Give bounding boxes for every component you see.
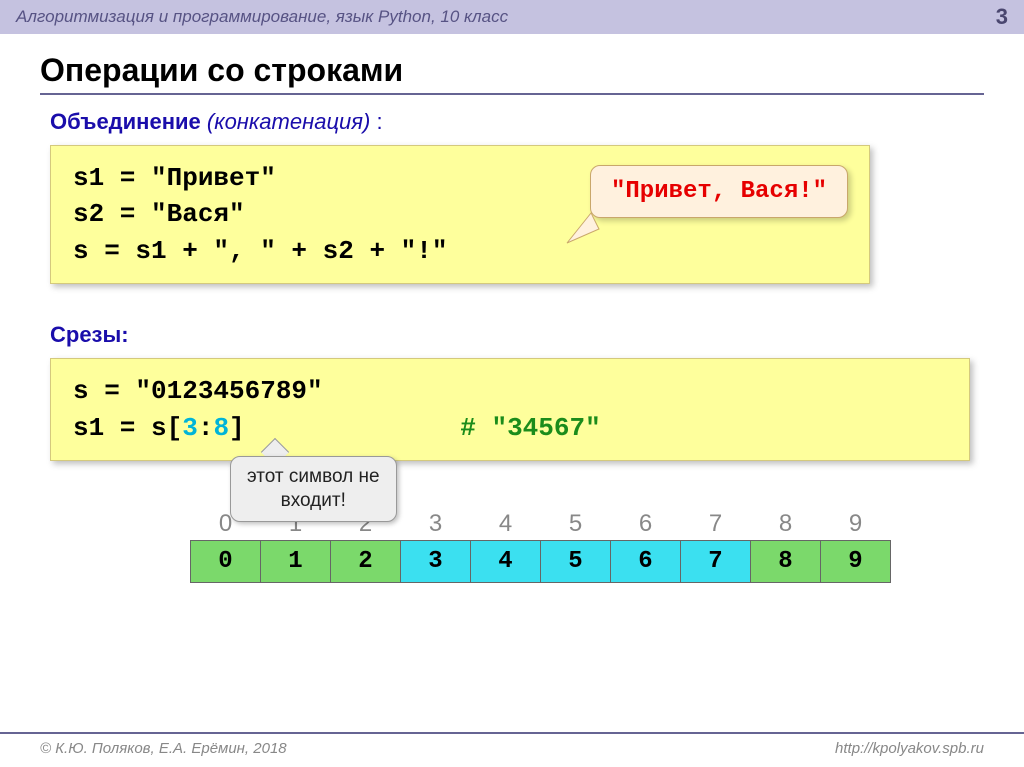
note-line: этот символ не xyxy=(247,465,380,489)
footer-bar: © К.Ю. Поляков, Е.А. Ерёмин, 2018 http:/… xyxy=(0,732,1024,767)
code-line: s1 = s[3:8] # "34567" xyxy=(73,410,947,446)
code-comment: # "34567" xyxy=(460,413,600,443)
value-cell: 3 xyxy=(401,541,471,583)
section-concat-heading: Объединение (конкатенация) : xyxy=(50,109,984,135)
concat-label: Объединение xyxy=(50,109,201,134)
header-bar: Алгоритмизация и программирование, язык … xyxy=(0,0,1024,34)
code-box-slice: s = "0123456789" s1 = s[3:8] # "34567" xyxy=(50,358,970,461)
index-cell: 3 xyxy=(401,507,471,541)
section-slice-heading: Срезы: xyxy=(50,322,984,348)
index-cell: 5 xyxy=(541,507,611,541)
code-line: s = "0123456789" xyxy=(73,373,947,409)
footer-left: © К.Ю. Поляков, Е.А. Ерёмин, 2018 xyxy=(40,740,287,757)
value-row: 0123456789 xyxy=(191,541,891,583)
value-cell: 4 xyxy=(471,541,541,583)
value-cell: 0 xyxy=(191,541,261,583)
index-cell: 8 xyxy=(751,507,821,541)
value-cell: 6 xyxy=(611,541,681,583)
concat-colon: : xyxy=(376,109,382,134)
code-line: s = s1 + ", " + s2 + "!" xyxy=(73,233,847,269)
value-cell: 9 xyxy=(821,541,891,583)
page-number: 3 xyxy=(996,4,1008,30)
note-line: входит! xyxy=(247,489,380,513)
footer-right: http://kpolyakov.spb.ru xyxy=(835,740,984,757)
result-callout: "Привет, Вася!" xyxy=(590,165,848,218)
slice-label: Срезы: xyxy=(50,322,129,347)
value-cell: 7 xyxy=(681,541,751,583)
index-cell: 6 xyxy=(611,507,681,541)
value-cell: 2 xyxy=(331,541,401,583)
value-cell: 1 xyxy=(261,541,331,583)
index-cell: 7 xyxy=(681,507,751,541)
breadcrumb: Алгоритмизация и программирование, язык … xyxy=(16,7,508,27)
index-cell: 4 xyxy=(471,507,541,541)
page-title: Операции со строками xyxy=(40,52,984,89)
value-cell: 5 xyxy=(541,541,611,583)
concat-ital: (конкатенация) xyxy=(201,109,377,134)
callout-tail-icon xyxy=(563,207,603,247)
note-bubble: этот символ не входит! xyxy=(230,456,397,522)
callout-text: "Привет, Вася!" xyxy=(611,178,827,205)
value-cell: 8 xyxy=(751,541,821,583)
title-rule xyxy=(40,93,984,95)
index-cell: 9 xyxy=(821,507,891,541)
